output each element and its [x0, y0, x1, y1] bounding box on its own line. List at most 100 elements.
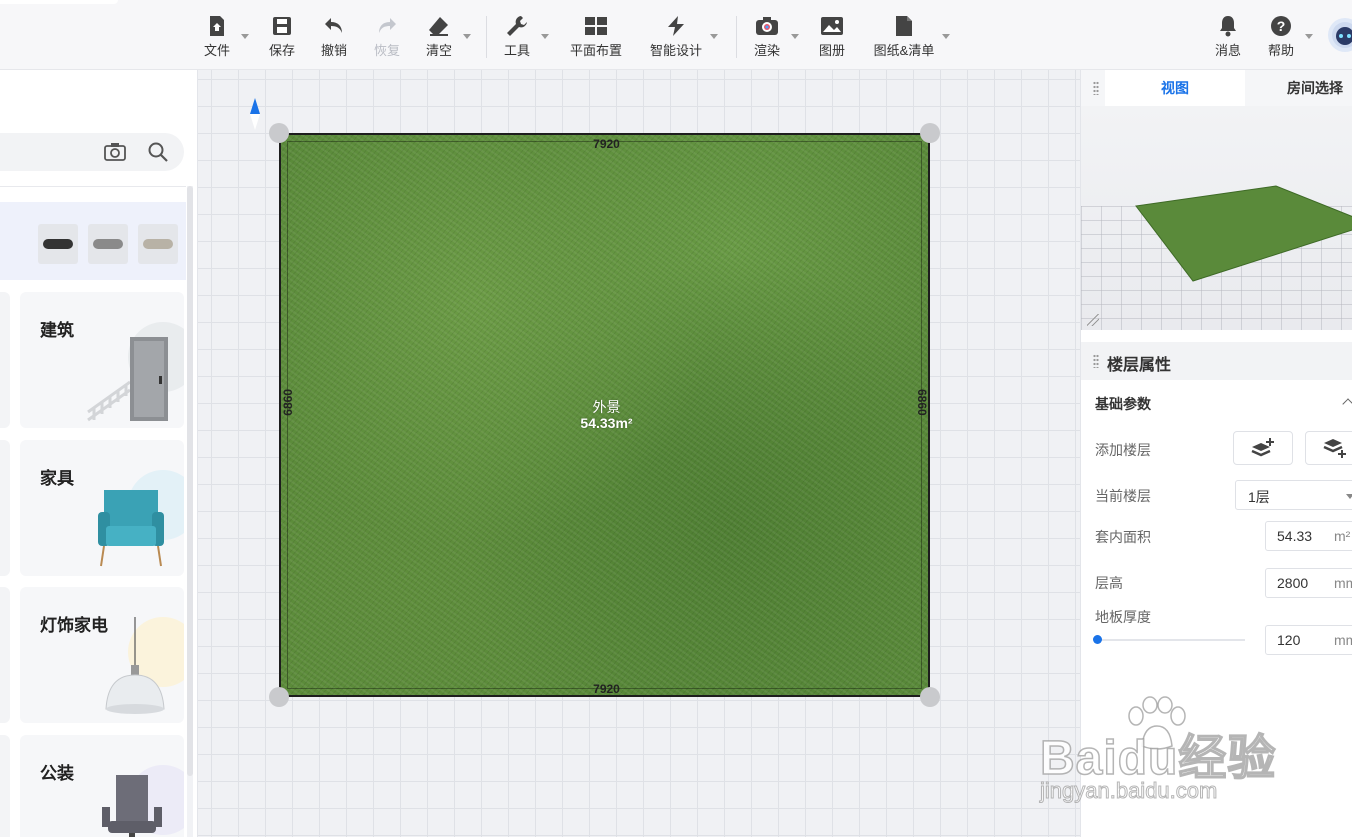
- current-floor-value: 1层: [1248, 489, 1270, 505]
- smart-design-label: 智能设计: [649, 43, 702, 58]
- resize-handle-icon[interactable]: [1087, 314, 1099, 326]
- sofa-thumbnail[interactable]: [38, 224, 78, 264]
- current-floor-select[interactable]: 1层: [1235, 480, 1352, 510]
- drag-handle-icon[interactable]: [1093, 81, 1099, 95]
- door-stairs-icon: [87, 337, 168, 422]
- album-button[interactable]: 图册: [804, 14, 860, 59]
- chevron-down-icon: [541, 34, 549, 39]
- robot-avatar-icon: [1332, 22, 1352, 48]
- slab-thickness-label: 地板厚度: [1095, 609, 1151, 625]
- chevron-down-icon: [791, 34, 799, 39]
- inner-area-label: 套内面积: [1095, 529, 1151, 545]
- chevron-up-icon[interactable]: [1342, 398, 1352, 410]
- floor-height-unit: mm: [1334, 575, 1352, 591]
- redo-button[interactable]: 恢复: [359, 14, 415, 59]
- divider: [0, 186, 186, 187]
- current-floor-label: 当前楼层: [1095, 488, 1151, 504]
- render-menu-button[interactable]: 渲染: [739, 14, 799, 59]
- undo-button[interactable]: 撤销: [306, 14, 362, 59]
- floor-layout-label: 平面布置: [569, 43, 622, 58]
- bell-icon: [1200, 14, 1256, 38]
- layout-icon: [562, 14, 630, 38]
- search-input[interactable]: [0, 133, 184, 171]
- floor-height-value: 2800: [1277, 575, 1309, 591]
- messages-button[interactable]: 消息: [1200, 14, 1256, 59]
- room-bottom-dimension: 7920: [593, 682, 620, 696]
- redo-label: 恢复: [373, 43, 400, 58]
- floorplan-canvas[interactable]: 7920 7920 6860 6860 外景 54.33m²: [198, 70, 1080, 837]
- tools-label: 工具: [503, 43, 530, 58]
- save-icon: [254, 14, 310, 38]
- chevron-down-icon: [1346, 494, 1352, 499]
- clear-button[interactable]: 清空: [411, 14, 471, 59]
- room-label: 外景 54.33m²: [281, 399, 932, 431]
- 3d-preview[interactable]: [1081, 106, 1352, 330]
- slider-knob[interactable]: [1093, 635, 1102, 644]
- room-outdoor[interactable]: 7920 7920 6860 6860 外景 54.33m²: [279, 133, 930, 697]
- inner-area-unit: m²: [1334, 528, 1351, 544]
- toolbar-divider: [736, 16, 737, 58]
- file-label: 文件: [203, 43, 230, 58]
- corner-handle[interactable]: [269, 687, 289, 707]
- add-floor-label: 添加楼层: [1095, 442, 1151, 458]
- inner-area-field[interactable]: 54.33 m²: [1265, 521, 1352, 551]
- catalog-scrollbar-thumb[interactable]: [187, 186, 193, 776]
- chevron-down-icon: [241, 34, 249, 39]
- layers-add-icon: [1251, 438, 1274, 457]
- sofa-thumbnail[interactable]: [88, 224, 128, 264]
- category-card-furniture[interactable]: 家具: [20, 440, 184, 576]
- save-button[interactable]: 保存: [254, 14, 310, 59]
- wrench-icon: [489, 14, 545, 38]
- tab-room-select[interactable]: 房间选择: [1245, 70, 1352, 106]
- redo-icon: [359, 14, 415, 38]
- chevron-down-icon: [1305, 34, 1313, 39]
- chevron-down-icon: [942, 34, 950, 39]
- category-card-partial: [0, 440, 10, 576]
- compass-north-icon: [249, 98, 261, 137]
- help-icon: ?: [1253, 14, 1309, 38]
- floor-layout-button[interactable]: 平面布置: [562, 14, 630, 59]
- search-icon[interactable]: [148, 142, 168, 167]
- undo-icon: [306, 14, 362, 38]
- category-card-architecture[interactable]: 建筑: [20, 292, 184, 428]
- room-name: 外景: [592, 399, 621, 415]
- avatar[interactable]: [1328, 18, 1352, 52]
- floor-height-field[interactable]: 2800 mm: [1265, 568, 1352, 598]
- floor-properties-header: 楼层属性: [1081, 342, 1352, 380]
- category-card-lighting[interactable]: 灯饰家电: [20, 587, 184, 723]
- floor-height-label: 层高: [1095, 575, 1123, 591]
- corner-handle[interactable]: [920, 123, 940, 143]
- corner-handle[interactable]: [920, 687, 940, 707]
- corner-handle[interactable]: [269, 123, 289, 143]
- category-title: 公装: [40, 764, 74, 783]
- office-chair-icon: [102, 775, 162, 837]
- tab-view[interactable]: 视图: [1105, 70, 1245, 106]
- undo-label: 撤销: [320, 43, 347, 58]
- grass-plane-3d: [1135, 185, 1352, 282]
- album-label: 图册: [818, 43, 845, 58]
- document-icon: [868, 14, 940, 38]
- file-menu-button[interactable]: 文件: [189, 14, 249, 59]
- slab-thickness-field[interactable]: 120 mm: [1265, 625, 1352, 655]
- sofa-thumbnail[interactable]: [138, 224, 178, 264]
- tools-menu-button[interactable]: 工具: [489, 14, 549, 59]
- category-title: 家具: [40, 469, 74, 488]
- camera-search-icon[interactable]: [104, 142, 126, 167]
- help-label: 帮助: [1267, 43, 1294, 58]
- catalog-panel: 建筑 家具 灯饰家电 公装: [0, 70, 198, 837]
- room-top-dimension: 7920: [593, 137, 620, 151]
- slab-thickness-value: 120: [1277, 632, 1301, 648]
- smart-design-button[interactable]: 智能设计: [644, 14, 718, 59]
- add-floor-above-button[interactable]: [1233, 431, 1293, 465]
- toolbar-divider: [486, 16, 487, 58]
- add-floor-below-button[interactable]: [1305, 431, 1352, 465]
- slab-thickness-slider[interactable]: [1093, 635, 1245, 644]
- drag-handle-icon[interactable]: [1093, 354, 1099, 368]
- category-card-commercial[interactable]: 公装: [20, 735, 184, 837]
- help-menu-button[interactable]: ? 帮助: [1253, 14, 1313, 59]
- chevron-down-icon: [463, 34, 471, 39]
- floor-properties-title: 楼层属性: [1107, 357, 1172, 374]
- slab-thickness-unit: mm: [1334, 632, 1352, 648]
- drawings-list-button[interactable]: 图纸&清单: [868, 14, 950, 59]
- category-card-partial: [0, 292, 10, 428]
